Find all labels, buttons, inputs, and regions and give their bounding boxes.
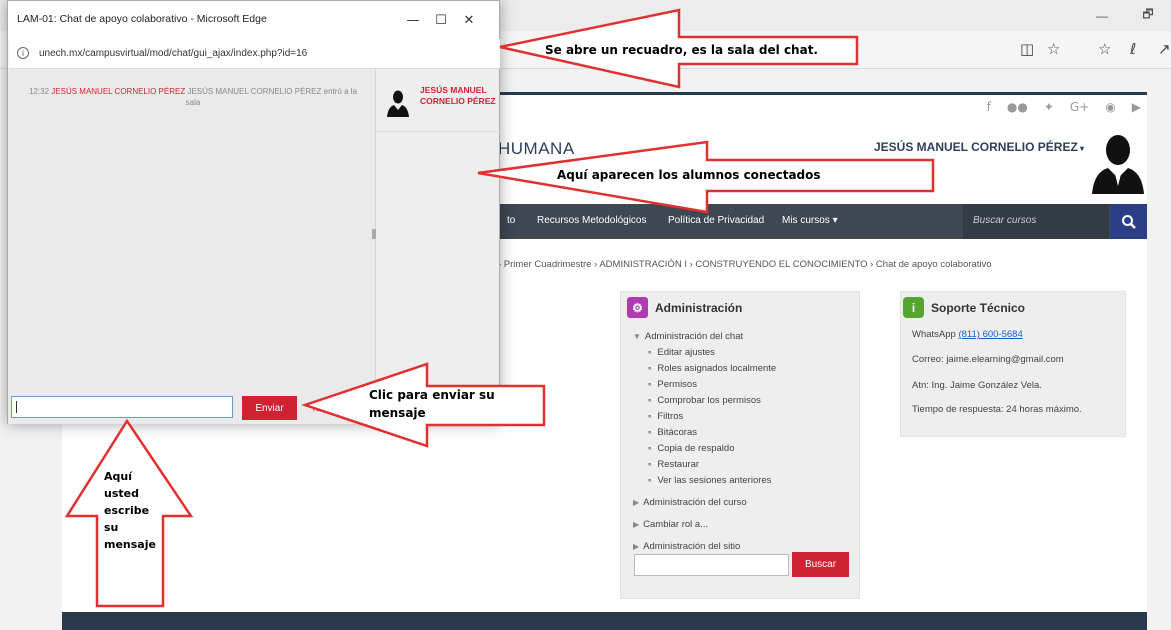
- admin-item[interactable]: ▪ Roles asignados localmente: [633, 361, 776, 377]
- breadcrumb[interactable]: › Primer Cuadrimestre › ADMINISTRACIÓN I…: [498, 259, 992, 270]
- admin-search-input[interactable]: [634, 554, 789, 576]
- share-icon[interactable]: ↗: [1158, 40, 1171, 58]
- admin-item[interactable]: ▪ Comprobar los permisos: [633, 393, 776, 409]
- nav-item-recursos[interactable]: Recursos Metodológicos: [537, 215, 647, 226]
- minimize-button[interactable]: —: [1079, 0, 1125, 31]
- admin-item[interactable]: ▪ Restaurar: [633, 457, 776, 473]
- twitter-icon[interactable]: ✦: [1044, 100, 1054, 114]
- favorites-icon[interactable]: ☆: [1098, 40, 1111, 58]
- admin-role-section[interactable]: ▶ Cambiar rol a...: [633, 517, 776, 533]
- send-button[interactable]: Enviar: [242, 396, 297, 420]
- search-courses-placeholder: Buscar cursos: [973, 215, 1037, 226]
- restore-button[interactable]: 🗗: [1125, 0, 1171, 31]
- chat-address-bar[interactable]: i unech.mx/campusvirtual/mod/chat/gui_aj…: [9, 39, 500, 69]
- admin-item[interactable]: ▪ Filtros: [633, 409, 776, 425]
- chat-popup-window: LAM-01: Chat de apoyo colaborativo - Mic…: [7, 0, 500, 424]
- info-icon[interactable]: i: [17, 47, 29, 59]
- text-caret: [16, 401, 17, 413]
- chat-close-button[interactable]: ✕: [454, 9, 484, 31]
- chat-message: 12:32 JESÚS MANUEL CORNELIO PÉREZ JESÚS …: [29, 87, 357, 107]
- admin-course-section[interactable]: ▶ Administración del curso: [633, 495, 776, 511]
- star-icon[interactable]: ☆: [1047, 40, 1060, 58]
- support-whatsapp: WhatsApp (811) 600-5684: [912, 329, 1023, 340]
- instagram-icon[interactable]: ◉: [1105, 100, 1115, 114]
- facebook-icon[interactable]: f: [987, 100, 991, 114]
- pen-icon[interactable]: ℓ: [1130, 40, 1136, 58]
- chat-splitter-handle[interactable]: [372, 229, 376, 239]
- gears-icon: ⚙: [627, 297, 648, 318]
- nav-item-1[interactable]: to: [507, 215, 515, 226]
- user-avatar-icon[interactable]: [1090, 130, 1146, 194]
- admin-item[interactable]: ▪ Editar ajustes: [633, 345, 776, 361]
- support-response: Tiempo de respuesta: 24 horas máximo.: [912, 404, 1082, 415]
- google-plus-icon[interactable]: G+: [1070, 100, 1089, 114]
- chat-message-input[interactable]: [11, 396, 233, 418]
- admin-search-button[interactable]: Buscar: [792, 552, 849, 577]
- chat-users-list: JESÚS MANUEL CORNELIO PÉREZ: [375, 69, 500, 391]
- admin-tree: ▼ Administración del chat ▪ Editar ajustes…: [633, 329, 776, 555]
- themes-link[interactable]: Temas »: [311, 403, 345, 413]
- admin-chat-section[interactable]: ▼ Administración del chat: [633, 329, 776, 345]
- user-name: JESÚS MANUEL CORNELIO PÉREZ: [874, 140, 1078, 154]
- admin-item[interactable]: ▪ Permisos: [633, 377, 776, 393]
- user-avatar-icon: [387, 90, 409, 117]
- site-brand: HUMANA: [498, 139, 575, 158]
- chat-messages-area[interactable]: 12:32 JESÚS MANUEL CORNELIO PÉREZ JESÚS …: [8, 69, 375, 391]
- info-icon: i: [903, 297, 924, 318]
- chat-minimize-button[interactable]: —: [398, 9, 428, 31]
- chat-user-name: JESÚS MANUEL CORNELIO PÉREZ: [420, 85, 496, 106]
- flickr-icon[interactable]: ●●: [1007, 100, 1028, 114]
- search-icon: [1121, 214, 1136, 229]
- background-window-controls: — 🗗: [1079, 0, 1171, 31]
- nav-item-privacidad[interactable]: Política de Privacidad: [668, 215, 764, 226]
- search-button[interactable]: [1110, 204, 1147, 239]
- chat-maximize-button[interactable]: ☐: [426, 9, 456, 31]
- admin-site-section[interactable]: ▶ Administración del sitio: [633, 539, 776, 555]
- reading-view-icon[interactable]: ◫: [1020, 40, 1034, 58]
- chat-url: unech.mx/campusvirtual/mod/chat/gui_ajax…: [39, 48, 308, 59]
- chat-user-item[interactable]: JESÚS MANUEL CORNELIO PÉREZ: [376, 69, 500, 132]
- support-email: Correo: jaime.elearning@gmail.com: [912, 354, 1064, 365]
- chat-titlebar: LAM-01: Chat de apoyo colaborativo - Mic…: [8, 1, 499, 39]
- social-links: f ●● ✦ G+ ◉ ▶: [987, 100, 1141, 114]
- whatsapp-link[interactable]: (811) 600-5684: [958, 329, 1022, 340]
- user-menu[interactable]: JESÚS MANUEL CORNELIO PÉREZ ▾: [874, 140, 1084, 154]
- admin-block-title: Administración: [655, 301, 743, 315]
- youtube-icon[interactable]: ▶: [1132, 100, 1141, 114]
- admin-item[interactable]: ▪ Copia de respaldo: [633, 441, 776, 457]
- page-footer: [62, 612, 1147, 630]
- admin-item[interactable]: ▪ Ver las sesiones anteriores: [633, 473, 776, 489]
- support-block-title: Soporte Técnico: [931, 301, 1026, 315]
- nav-item-mis-cursos[interactable]: Mis cursos ▾: [782, 215, 838, 226]
- chat-window-title: LAM-01: Chat de apoyo colaborativo - Mic…: [17, 13, 267, 25]
- admin-item[interactable]: ▪ Bitácoras: [633, 425, 776, 441]
- support-attn: Atn: Ing. Jaime González Vela.: [912, 380, 1042, 391]
